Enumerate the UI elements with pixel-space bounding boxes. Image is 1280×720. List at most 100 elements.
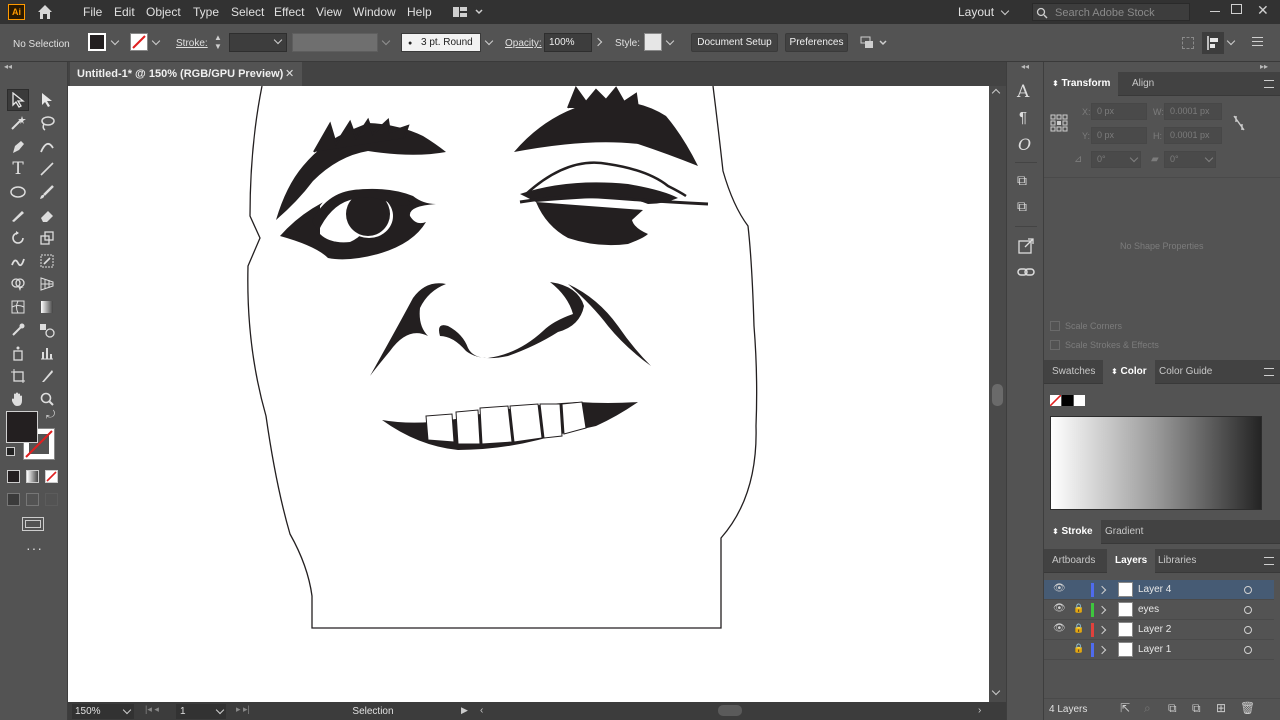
new-layer-icon[interactable]: ⊞ xyxy=(1216,701,1226,715)
shaper-tool-icon[interactable] xyxy=(7,204,29,226)
warp-tool-icon[interactable] xyxy=(7,250,29,272)
menu-file[interactable]: File xyxy=(83,5,102,19)
asset-export-icon[interactable]: ⧉ xyxy=(1017,172,1027,189)
layer-name[interactable]: eyes xyxy=(1138,604,1159,615)
scroll-left-arrow-icon[interactable]: ‹ xyxy=(480,705,483,716)
layer-name[interactable]: Layer 4 xyxy=(1138,584,1171,595)
expand-layer-icon[interactable] xyxy=(1097,585,1107,595)
h-field[interactable]: 0.0001 px xyxy=(1164,127,1222,144)
artboard-tool-icon[interactable] xyxy=(7,365,29,387)
artboard-canvas[interactable] xyxy=(68,85,989,702)
visibility-eye-icon[interactable]: 👁 xyxy=(1053,583,1066,594)
color-spectrum[interactable] xyxy=(1050,416,1262,510)
scale-strokes-checkbox[interactable] xyxy=(1050,340,1060,350)
type-tool-icon[interactable]: T xyxy=(7,158,29,180)
menu-view[interactable]: View xyxy=(316,5,342,19)
menu-effect[interactable]: Effect xyxy=(274,5,304,19)
lock-icon[interactable]: 🔒 xyxy=(1073,603,1084,614)
perspective-grid-tool-icon[interactable] xyxy=(36,273,58,295)
hand-tool-icon[interactable] xyxy=(7,388,29,410)
search-stock-field[interactable]: Search Adobe Stock xyxy=(1032,3,1190,21)
scroll-down-arrow-icon[interactable] xyxy=(991,686,1001,696)
close-tab-icon[interactable]: ✕ xyxy=(285,67,294,80)
zoom-tool-icon[interactable] xyxy=(36,388,58,410)
character-panel-icon[interactable]: A xyxy=(1017,82,1029,102)
restore-window-icon[interactable] xyxy=(1231,4,1242,14)
paragraph-panel-icon[interactable]: ¶ xyxy=(1019,109,1027,126)
target-circle-icon[interactable] xyxy=(1244,626,1252,634)
locate-object-icon[interactable]: ⌕ xyxy=(1144,701,1151,716)
black-color-swatch[interactable] xyxy=(1062,395,1073,406)
scale-tool-icon[interactable] xyxy=(36,227,58,249)
profile-chevron-icon[interactable] xyxy=(381,36,391,46)
scroll-up-arrow-icon[interactable] xyxy=(991,88,1001,98)
opacity-label[interactable]: Opacity: xyxy=(505,38,542,49)
stroke-chevron-icon[interactable] xyxy=(151,36,161,46)
scroll-right-arrow-icon[interactable]: › xyxy=(978,705,981,716)
workspace-switcher[interactable]: Layout xyxy=(958,5,994,19)
more-tools-icon[interactable]: ··· xyxy=(26,540,43,556)
expand-layer-icon[interactable] xyxy=(1097,625,1107,635)
y-field[interactable]: 0 px xyxy=(1091,127,1147,144)
w-field[interactable]: 0.0001 px xyxy=(1164,103,1222,120)
pen-tool-icon[interactable] xyxy=(7,135,29,157)
target-circle-icon[interactable] xyxy=(1244,586,1252,594)
layers-menu-icon[interactable] xyxy=(1264,557,1274,565)
document-tab[interactable]: Untitled-1* @ 150% (RGB/GPU Preview) ✕ xyxy=(70,62,302,86)
arrange-icon[interactable] xyxy=(860,36,890,53)
preferences-button[interactable]: Preferences xyxy=(785,33,848,52)
x-field[interactable]: 0 px xyxy=(1091,103,1147,120)
draw-inside-icon[interactable] xyxy=(45,493,58,506)
close-window-icon[interactable]: ✕ xyxy=(1257,2,1269,19)
slice-tool-icon[interactable] xyxy=(36,365,58,387)
variable-width-profile[interactable] xyxy=(292,33,378,52)
tab-libraries[interactable]: Libraries xyxy=(1150,549,1204,573)
fill-color-box[interactable] xyxy=(6,411,38,443)
status-tool-field[interactable]: Selection xyxy=(278,704,468,719)
column-graph-tool-icon[interactable] xyxy=(36,342,58,364)
draw-normal-icon[interactable] xyxy=(7,493,20,506)
mesh-tool-icon[interactable] xyxy=(7,296,29,318)
graphic-style-swatch[interactable] xyxy=(644,33,662,51)
eraser-tool-icon[interactable] xyxy=(36,204,58,226)
shape-builder-tool-icon[interactable] xyxy=(7,273,29,295)
target-circle-icon[interactable] xyxy=(1244,646,1252,654)
vertical-scroll-thumb[interactable] xyxy=(992,384,1003,406)
new-sublayer-icon[interactable]: ⧉ xyxy=(1192,701,1201,716)
menu-help[interactable]: Help xyxy=(407,5,432,19)
status-menu-arrow-icon[interactable]: ▶ xyxy=(461,705,468,716)
magic-wand-tool-icon[interactable] xyxy=(7,112,29,134)
rotate-tool-icon[interactable] xyxy=(7,227,29,249)
screen-mode-icon[interactable] xyxy=(22,517,44,531)
draw-behind-icon[interactable] xyxy=(26,493,39,506)
tab-artboards[interactable]: Artboards xyxy=(1044,549,1103,573)
none-mode-icon[interactable] xyxy=(45,470,58,483)
transform-menu-icon[interactable] xyxy=(1264,80,1274,88)
arrange-documents-icon[interactable] xyxy=(452,5,486,22)
menu-select[interactable]: Select xyxy=(231,5,264,19)
layer-name[interactable]: Layer 1 xyxy=(1138,644,1171,655)
ellipse-tool-icon[interactable] xyxy=(7,181,29,203)
document-setup-button[interactable]: Document Setup xyxy=(691,33,778,52)
stroke-weight-stepper[interactable]: ▲ ▼ xyxy=(214,33,226,52)
lock-icon[interactable]: 🔒 xyxy=(1073,623,1084,634)
gradient-tool-icon[interactable] xyxy=(36,296,58,318)
export-panel-icon[interactable] xyxy=(1017,237,1035,258)
transform-dock-icon[interactable] xyxy=(1182,37,1194,49)
constrain-proportions-icon[interactable] xyxy=(1232,114,1246,135)
control-menu-icon[interactable] xyxy=(1252,37,1263,46)
eyedropper-tool-icon[interactable] xyxy=(7,319,29,341)
color-menu-icon[interactable] xyxy=(1264,368,1274,376)
stroke-label[interactable]: Stroke: xyxy=(176,38,208,49)
tab-layers[interactable]: Layers xyxy=(1107,549,1156,573)
align-dock-icon[interactable] xyxy=(1202,32,1224,54)
opacity-field[interactable]: 100% xyxy=(544,33,592,52)
expand-layer-icon[interactable] xyxy=(1097,605,1107,615)
minimize-window-icon[interactable] xyxy=(1210,11,1220,12)
line-segment-tool-icon[interactable] xyxy=(36,158,58,180)
target-circle-icon[interactable] xyxy=(1244,606,1252,614)
white-color-swatch[interactable] xyxy=(1074,395,1085,406)
dock-collapse-arrows[interactable]: ▸▸ xyxy=(1260,62,1268,71)
curvature-tool-icon[interactable] xyxy=(36,135,58,157)
opentype-panel-icon[interactable]: O xyxy=(1018,135,1031,154)
